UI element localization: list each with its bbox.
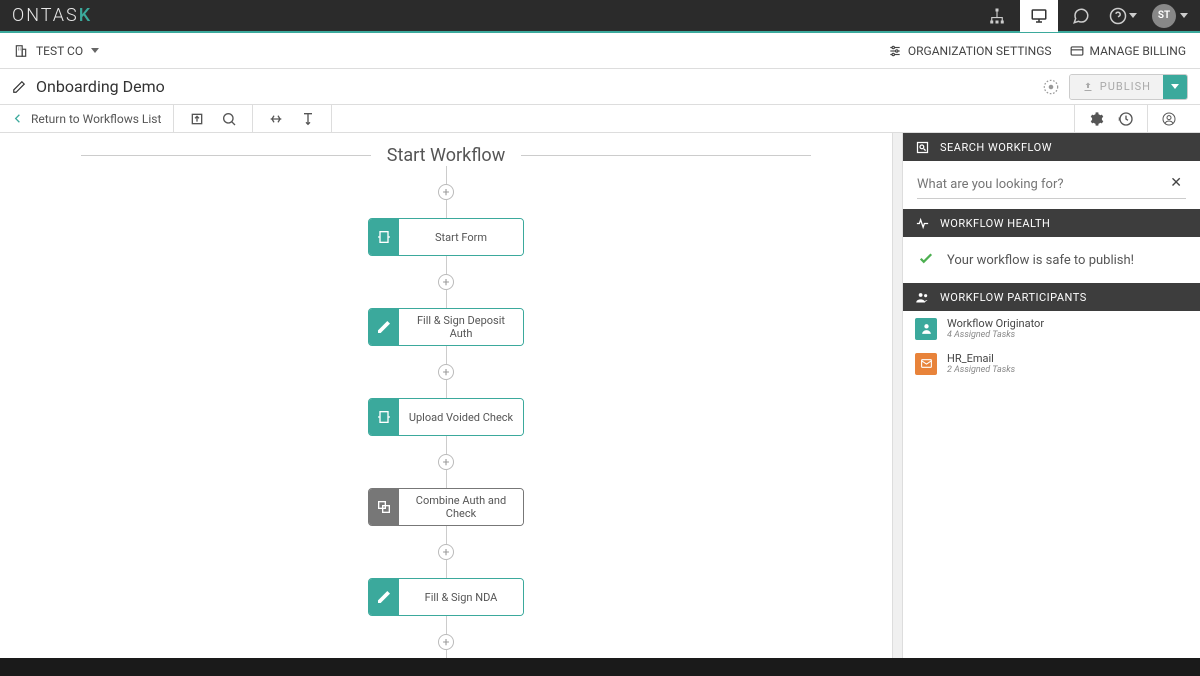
avatar-menu[interactable]: ST [1146,4,1188,28]
workflow-node[interactable]: Combine Auth and Check [368,488,524,526]
add-step-button[interactable] [438,364,454,380]
participant-sub: 2 Assigned Tasks [947,365,1015,375]
sign-icon [369,579,399,615]
start-workflow-label: Start Workflow [387,145,505,166]
help-icon[interactable] [1104,0,1142,32]
node-label: Upload Voided Check [399,399,523,435]
sub-bar: TEST CO ORGANIZATION SETTINGS MANAGE BIL… [0,33,1200,69]
history-icon[interactable] [1115,108,1137,130]
sidebar-health-header: WORKFLOW HEALTH [903,209,1200,237]
workflow-node[interactable]: Fill & Sign Deposit Auth [368,308,524,346]
connector [446,650,447,658]
search-header-label: SEARCH WORKFLOW [940,141,1052,154]
sidebar-search-header: SEARCH WORKFLOW [903,133,1200,161]
node-label: Fill & Sign Deposit Auth [399,309,523,345]
org-dropdown[interactable]: TEST CO [14,44,99,58]
workflow-canvas[interactable]: Start Workflow Start Form Fill & Sign Dep… [0,133,892,658]
org-name: TEST CO [36,44,83,58]
publish-label: PUBLISH [1100,80,1151,93]
workflow-node[interactable]: Upload Voided Check [368,398,524,436]
text-height-icon[interactable] [297,108,319,130]
connector [446,166,447,184]
connector [446,346,447,364]
divider [521,155,811,156]
export-icon[interactable] [186,108,208,130]
org-settings-link[interactable]: ORGANIZATION SETTINGS [888,44,1052,58]
top-icons: ST [978,0,1188,31]
search-input[interactable] [917,171,1186,199]
connector [446,616,447,634]
publish-button[interactable]: PUBLISH [1069,74,1188,100]
person-circle-icon[interactable] [1158,108,1180,130]
connector [446,290,447,308]
connector [446,200,447,218]
logo[interactable]: ONTASK [12,5,92,26]
add-step-button[interactable] [438,184,454,200]
workflow-node[interactable]: Fill & Sign NDA [368,578,524,616]
org-settings-label: ORGANIZATION SETTINGS [908,44,1052,58]
return-button[interactable]: Return to Workflows List [10,111,161,126]
workflow-title: Onboarding Demo [36,77,165,96]
combine-icon [369,489,399,525]
workflow-node[interactable]: Start Form [368,218,524,256]
health-header-label: WORKFLOW HEALTH [940,217,1050,230]
title-bar: Onboarding Demo PUBLISH [0,69,1200,105]
form-icon [369,219,399,255]
participant-name: Workflow Originator [947,317,1044,330]
connector [446,256,447,274]
connector [446,560,447,578]
participant-row[interactable]: Workflow Originator4 Assigned Tasks [903,311,1200,346]
divider [81,155,371,156]
check-icon [917,249,935,271]
node-label: Fill & Sign NDA [399,579,523,615]
participants-header-label: WORKFLOW PARTICIPANTS [940,291,1087,304]
manage-billing-label: MANAGE BILLING [1090,44,1186,58]
logo-k: K [79,5,92,26]
connector [446,470,447,488]
sidebar-participants-header: WORKFLOW PARTICIPANTS [903,283,1200,311]
chat-icon[interactable] [1062,0,1100,32]
close-icon[interactable]: ✕ [1170,175,1182,191]
return-label: Return to Workflows List [31,112,161,126]
sign-icon [369,309,399,345]
participant-sub: 4 Assigned Tasks [947,330,1044,340]
avatar-circle: ST [1152,4,1176,28]
participant-name: HR_Email [947,352,1015,365]
node-label: Combine Auth and Check [399,489,523,525]
footer [0,658,1200,676]
gear-icon[interactable] [1085,108,1107,130]
participant-icon [915,318,937,340]
add-step-button[interactable] [438,454,454,470]
health-status-row: Your workflow is safe to publish! [903,237,1200,283]
top-header: ONTASK ST [0,0,1200,33]
manage-billing-link[interactable]: MANAGE BILLING [1070,44,1186,58]
monitor-icon[interactable] [1020,0,1058,32]
node-label: Start Form [399,219,523,255]
add-step-button[interactable] [438,544,454,560]
health-status-text: Your workflow is safe to publish! [947,253,1134,268]
logo-text: ONTAS [12,5,79,26]
add-step-button[interactable] [438,274,454,290]
main-area: Start Workflow Start Form Fill & Sign Dep… [0,133,1200,658]
connector [446,436,447,454]
participant-icon [915,353,937,375]
toolbar: Return to Workflows List [0,105,1200,133]
form-icon [369,399,399,435]
edit-icon[interactable] [12,80,26,94]
search-icon[interactable] [218,108,240,130]
scrollbar[interactable] [892,133,902,658]
sidebar: SEARCH WORKFLOW ✕ WORKFLOW HEALTH Your w… [902,133,1200,658]
connector [446,380,447,398]
add-step-button[interactable] [438,634,454,650]
upload-icon [1082,81,1094,93]
publish-caret[interactable] [1163,75,1187,99]
sitemap-icon[interactable] [978,0,1016,32]
align-horizontal-icon[interactable] [265,108,287,130]
target-icon[interactable] [1041,77,1061,97]
connector [446,526,447,544]
participant-row[interactable]: HR_Email2 Assigned Tasks [903,346,1200,381]
